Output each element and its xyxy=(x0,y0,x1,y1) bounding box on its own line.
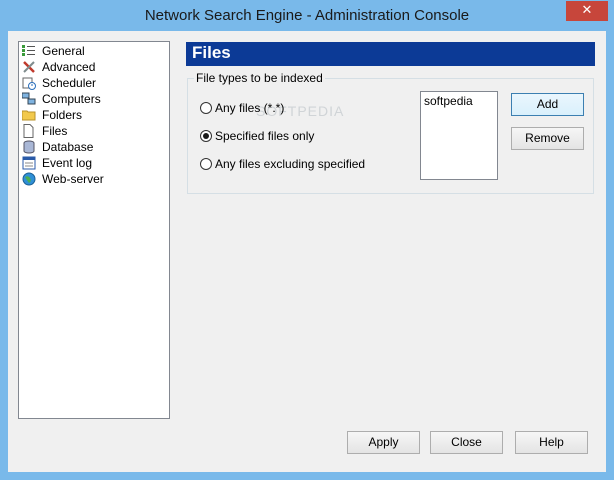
radio-label: Any files (*.*) xyxy=(215,101,285,115)
tools-icon xyxy=(22,60,36,74)
title-bar[interactable]: Network Search Engine - Administration C… xyxy=(0,0,614,31)
sidebar: General Advanced Scheduler Computers Fol… xyxy=(18,41,170,419)
sidebar-item-files[interactable]: Files xyxy=(22,123,67,139)
database-icon xyxy=(22,140,36,154)
radio-label: Any files excluding specified xyxy=(215,157,366,171)
sidebar-item-label: Files xyxy=(42,124,68,138)
globe-icon xyxy=(22,172,36,186)
radio-excluding-specified[interactable]: Any files excluding specified xyxy=(200,157,365,171)
app-window: Network Search Engine - Administration C… xyxy=(0,0,614,480)
radio-indicator xyxy=(200,158,212,170)
panel-title: Files xyxy=(192,43,231,62)
window-title: Network Search Engine - Administration C… xyxy=(144,7,470,24)
window-close-button[interactable]: ✕ xyxy=(566,1,608,21)
radio-indicator xyxy=(200,102,212,114)
sidebar-item-event-log[interactable]: Event log xyxy=(22,155,92,171)
sidebar-item-folders[interactable]: Folders xyxy=(21,107,83,123)
sidebar-item-label: Folders xyxy=(42,108,83,122)
sidebar-item-advanced[interactable]: Advanced xyxy=(22,59,95,75)
sidebar-item-label: Database xyxy=(42,140,94,154)
sidebar-item-label: General xyxy=(42,44,85,58)
sidebar-item-database[interactable]: Database xyxy=(22,139,93,155)
help-button[interactable]: Help xyxy=(515,431,588,454)
radio-label: Specified files only xyxy=(215,129,315,143)
panel-header: Files xyxy=(186,42,595,66)
list-item[interactable]: softpedia xyxy=(424,94,473,108)
sidebar-item-label: Computers xyxy=(42,92,101,106)
client-area: General Advanced Scheduler Computers Fol… xyxy=(8,31,606,472)
remove-button[interactable]: Remove xyxy=(511,127,584,150)
sidebar-item-label: Web-server xyxy=(42,172,104,186)
radio-any-files[interactable]: Any files (*.*) xyxy=(200,101,284,115)
radio-indicator xyxy=(200,130,212,142)
list-icon xyxy=(22,44,36,58)
folder-icon xyxy=(21,108,36,122)
file-icon xyxy=(22,124,36,138)
sidebar-item-general[interactable]: General xyxy=(22,43,85,59)
sidebar-item-label: Advanced xyxy=(42,60,96,74)
event-log-icon xyxy=(22,156,36,170)
computers-icon xyxy=(21,92,36,106)
close-button[interactable]: Close xyxy=(430,431,503,454)
group-label: File types to be indexed xyxy=(194,71,325,85)
add-button[interactable]: Add xyxy=(511,93,584,116)
radio-specified-files[interactable]: Specified files only xyxy=(200,129,314,143)
scheduler-icon xyxy=(22,76,36,90)
sidebar-item-web-server[interactable]: Web-server xyxy=(22,171,104,187)
file-types-list[interactable]: softpedia xyxy=(420,91,498,180)
sidebar-item-label: Scheduler xyxy=(42,76,97,90)
sidebar-item-label: Event log xyxy=(42,156,93,170)
apply-button[interactable]: Apply xyxy=(347,431,420,454)
sidebar-item-computers[interactable]: Computers xyxy=(21,91,101,107)
sidebar-item-scheduler[interactable]: Scheduler xyxy=(22,75,96,91)
